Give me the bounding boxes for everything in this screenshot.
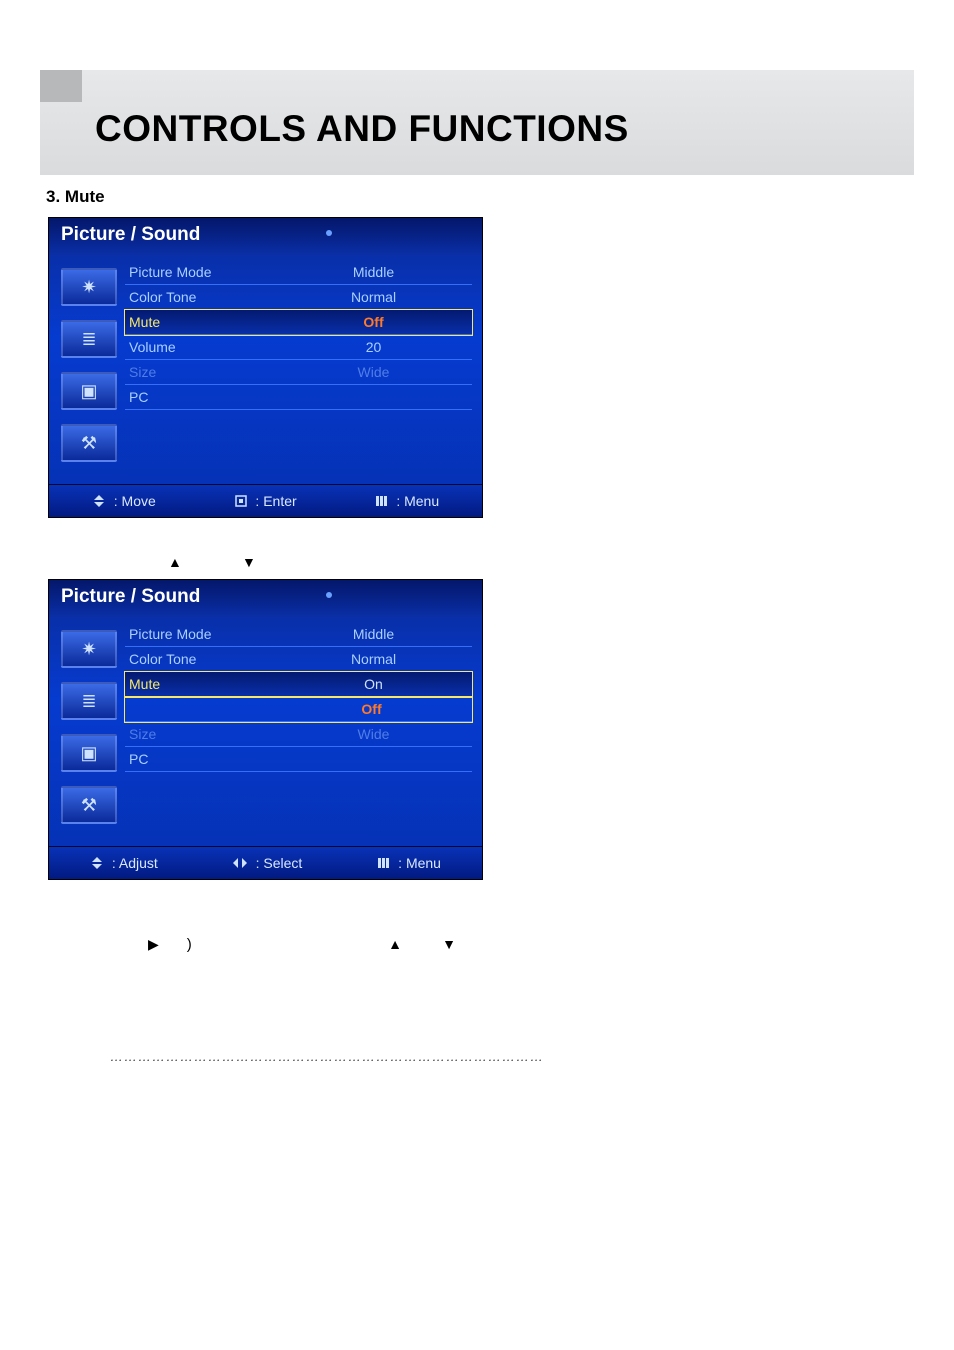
row-value: On — [279, 676, 468, 692]
row-label: PC — [129, 389, 279, 405]
row-value: Off — [279, 314, 468, 330]
dotted-separator: ………………………………………………………………………………… — [110, 1049, 844, 1064]
sliders-icon: ≣ — [61, 682, 117, 720]
row-picture-mode: Picture Mode Middle — [125, 622, 472, 647]
hint-menu: : Menu — [374, 493, 439, 509]
display-icon: ▣ — [61, 372, 117, 410]
row-color-tone: Color Tone Normal — [125, 647, 472, 672]
arrow-instruction-2: ▶) ▲ ▼ — [120, 936, 914, 953]
row-label: Size — [129, 364, 279, 380]
osd-rows: Picture Mode Middle Color Tone Normal Mu… — [125, 256, 482, 476]
brightness-icon: ✷ — [61, 630, 117, 668]
hint-text: : Adjust — [112, 855, 158, 871]
row-label: Size — [129, 726, 279, 742]
hint-select: : Select — [232, 855, 303, 871]
row-color-tone: Color Tone Normal — [125, 285, 472, 310]
tools-icon: ⚒ — [61, 786, 117, 824]
osd-title: Picture / Sound — [49, 580, 482, 618]
row-label: Picture Mode — [129, 626, 279, 642]
osd-screenshot-1: Picture / Sound ✷ ≣ ▣ ⚒ Picture Mode Mid… — [48, 217, 483, 518]
triangle-up-icon: ▲ — [140, 554, 210, 570]
row-label: Color Tone — [129, 289, 279, 305]
osd-footer: : Move : Enter : Menu — [49, 484, 482, 517]
hint-enter: : Enter — [234, 493, 297, 509]
hint-text: : Select — [256, 855, 303, 871]
row-pc: PC — [125, 385, 472, 410]
page-title: CONTROLS AND FUNCTIONS — [95, 108, 629, 150]
row-picture-mode: Picture Mode Middle — [125, 260, 472, 285]
hint-text: : Enter — [255, 493, 296, 509]
row-label: Picture Mode — [129, 264, 279, 280]
row-value: Wide — [279, 726, 468, 742]
step-heading: 3. Mute — [46, 187, 914, 207]
triangle-down-icon: ▼ — [214, 554, 284, 570]
page-header: CONTROLS AND FUNCTIONS — [40, 70, 914, 175]
row-value: Off — [275, 701, 468, 717]
row-value: Middle — [279, 626, 468, 642]
step-number: 3. — [46, 187, 60, 206]
tools-icon: ⚒ — [61, 424, 117, 462]
row-value: Middle — [279, 264, 468, 280]
instruction-line-1 — [46, 526, 914, 546]
hint-text: : Menu — [398, 855, 441, 871]
row-label: Volume — [129, 339, 279, 355]
row-pc: PC — [125, 747, 472, 772]
row-volume: Volume 20 — [125, 335, 472, 360]
osd-rows: Picture Mode Middle Color Tone Normal Mu… — [125, 618, 482, 838]
osd-title: Picture / Sound — [49, 218, 482, 256]
row-size: Size Wide — [125, 722, 472, 747]
triangle-down-icon: ▼ — [434, 936, 484, 952]
row-value: 20 — [279, 339, 468, 355]
row-size: Size Wide — [125, 360, 472, 385]
row-value: Normal — [279, 651, 468, 667]
brightness-icon: ✷ — [61, 268, 117, 306]
triangle-right-icon: ▶ — [120, 936, 187, 952]
sliders-icon: ≣ — [61, 320, 117, 358]
row-label: Mute — [129, 314, 279, 330]
row-mute: Mute On — [125, 672, 472, 697]
osd-footer: : Adjust : Select : Menu — [49, 846, 482, 879]
hint-text: : Move — [114, 493, 156, 509]
header-accent — [40, 70, 82, 102]
row-value: Normal — [279, 289, 468, 305]
row-label: Color Tone — [129, 651, 279, 667]
osd-sidebar: ✷ ≣ ▣ ⚒ — [49, 256, 125, 476]
osd-screenshot-2: Picture / Sound ✷ ≣ ▣ ⚒ Picture Mode Mid… — [48, 579, 483, 880]
arrow-instruction-1: ▲ ▼ — [140, 554, 914, 571]
row-label: Mute — [129, 676, 279, 692]
hint-menu: : Menu — [376, 855, 441, 871]
hint-adjust: : Adjust — [90, 855, 158, 871]
triangle-up-icon: ▲ — [360, 936, 430, 952]
row-mute-option: Off — [125, 697, 472, 722]
hint-text: : Menu — [396, 493, 439, 509]
hint-move: : Move — [92, 493, 156, 509]
display-icon: ▣ — [61, 734, 117, 772]
row-mute: Mute Off — [125, 310, 472, 335]
row-value — [279, 751, 468, 767]
osd-sidebar: ✷ ≣ ▣ ⚒ — [49, 618, 125, 838]
row-value — [279, 389, 468, 405]
row-label: PC — [129, 751, 279, 767]
row-value: Wide — [279, 364, 468, 380]
paren: ) — [187, 936, 192, 953]
step-title: Mute — [65, 187, 105, 206]
